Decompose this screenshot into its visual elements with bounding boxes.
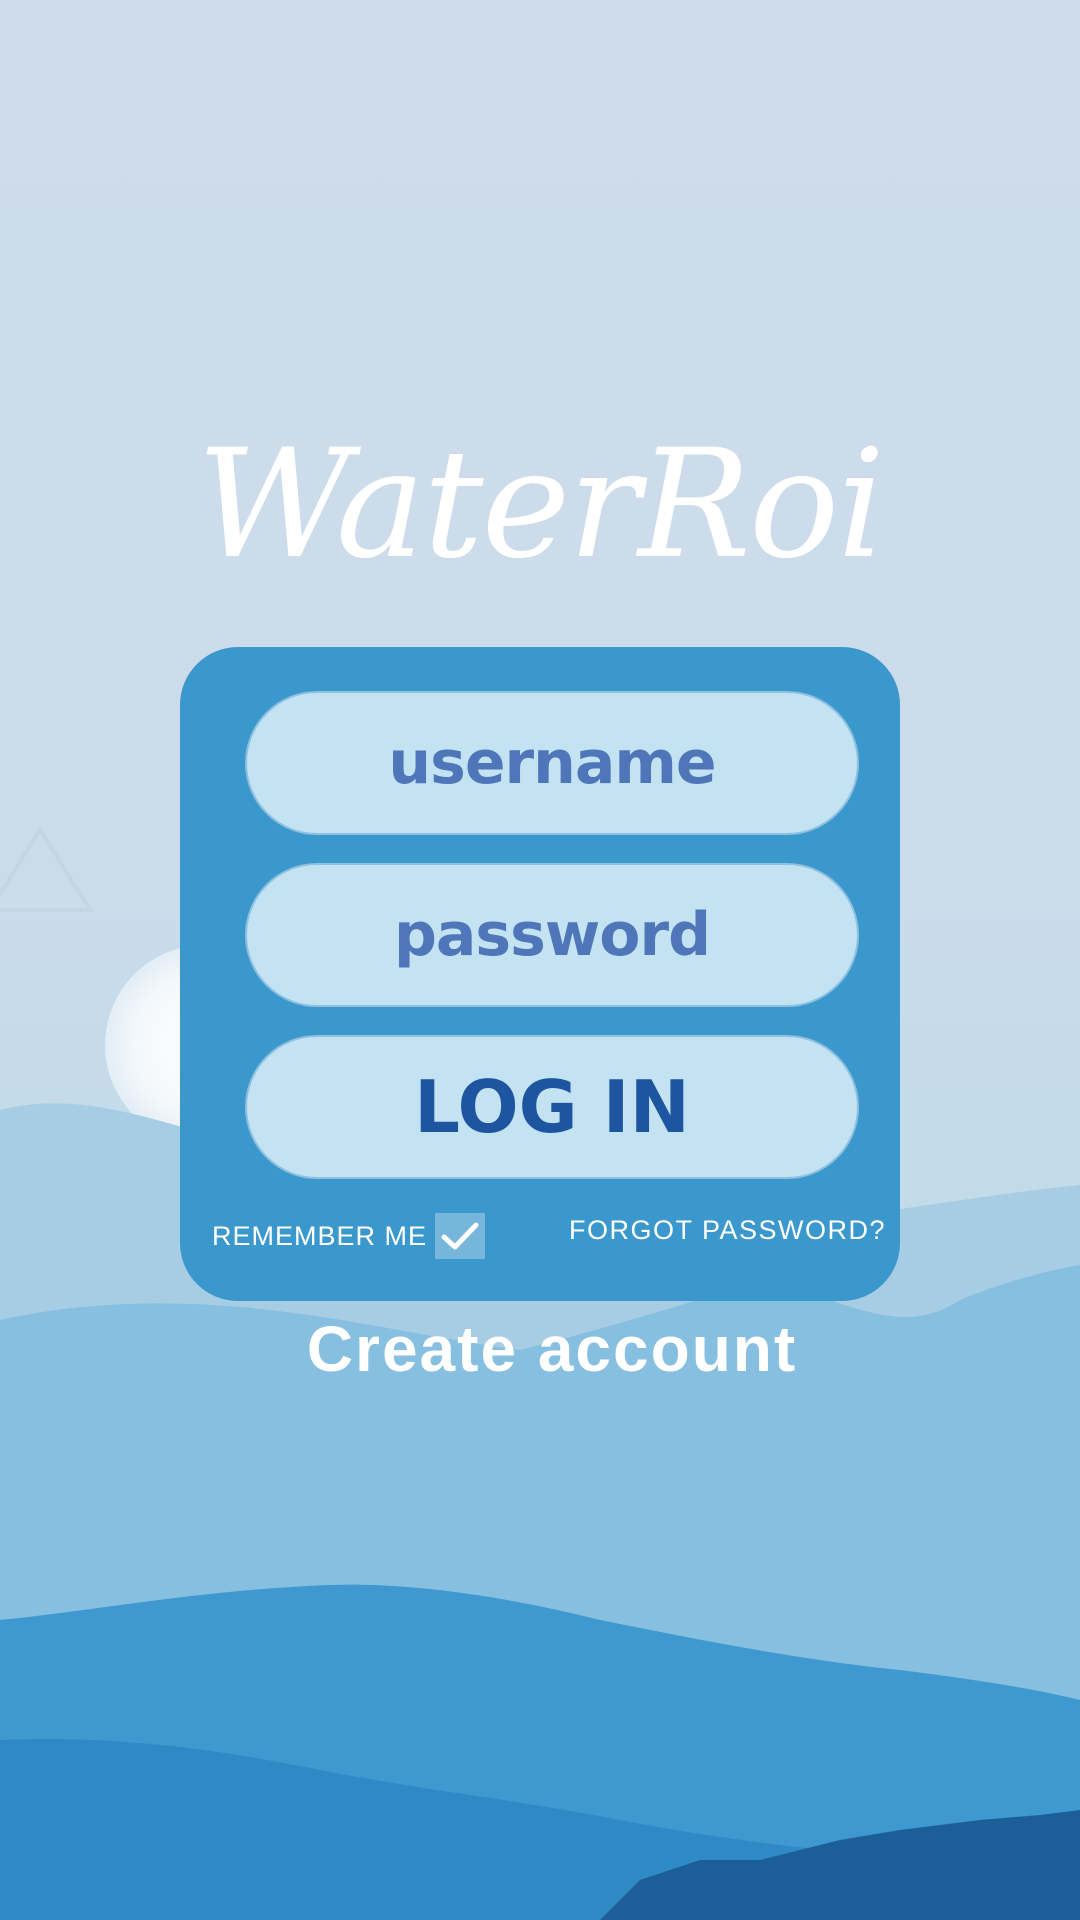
create-account-label: Create account xyxy=(306,1313,798,1385)
password-placeholder: password xyxy=(393,900,711,970)
remember-me-checkbox[interactable] xyxy=(435,1213,486,1259)
app-logo: WaterRoi xyxy=(196,418,886,592)
forgot-password-link[interactable]: FORGOT PASSWORD? xyxy=(569,1215,886,1246)
remember-me-row: REMEMBER ME xyxy=(212,1213,486,1259)
remember-me-label: REMEMBER ME xyxy=(212,1220,428,1251)
login-button[interactable]: LOG IN xyxy=(245,1035,859,1179)
login-panel: username password LOG IN REMEMBER ME FOR… xyxy=(180,647,900,1301)
username-input[interactable]: username xyxy=(245,691,859,835)
create-account-link[interactable]: Create account xyxy=(0,1312,1080,1386)
login-button-label: LOG IN xyxy=(414,1065,690,1149)
username-placeholder: username xyxy=(388,728,716,798)
password-input[interactable]: password xyxy=(245,863,859,1007)
check-icon xyxy=(441,1222,479,1250)
